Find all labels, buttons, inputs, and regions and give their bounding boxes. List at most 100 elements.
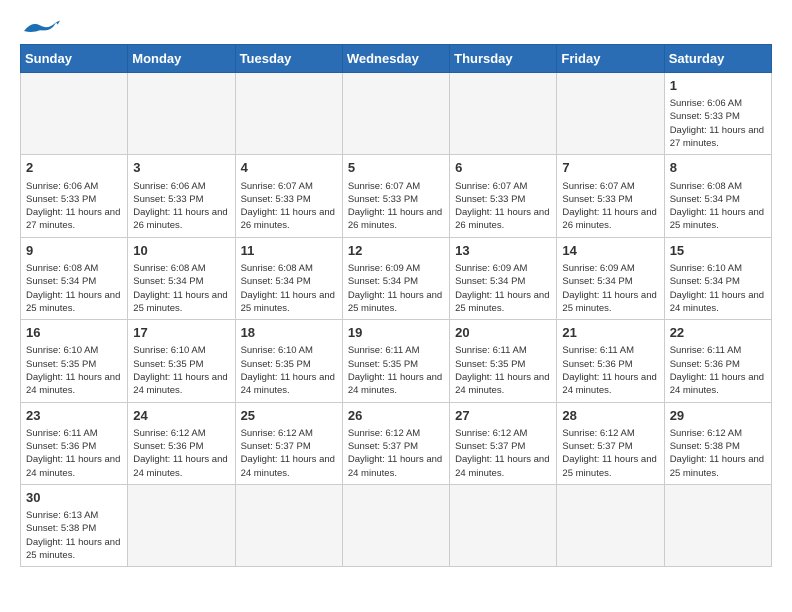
header: [20, 16, 772, 36]
calendar-day-cell: 3 Sunrise: 6:06 AMSunset: 5:33 PMDaylight…: [128, 155, 235, 237]
day-number: 8: [670, 159, 766, 177]
calendar-day-cell: [128, 73, 235, 155]
day-number: 29: [670, 407, 766, 425]
day-info: Sunrise: 6:10 AMSunset: 5:34 PMDaylight:…: [670, 262, 766, 315]
calendar-day-cell: 17 Sunrise: 6:10 AMSunset: 5:35 PMDayligh…: [128, 320, 235, 402]
calendar-day-cell: [450, 484, 557, 566]
calendar-day-cell: [557, 484, 664, 566]
day-info: Sunrise: 6:11 AMSunset: 5:36 PMDaylight:…: [562, 344, 658, 397]
day-header-monday: Monday: [128, 45, 235, 73]
calendar-day-cell: 25Sunrise: 6:12 AMSunset: 5:37 PMDayligh…: [235, 402, 342, 484]
day-info: Sunrise: 6:07 AMSunset: 5:33 PMDaylight:…: [455, 180, 551, 233]
day-info: Sunrise: 6:13 AMSunset: 5:38 PMDaylight:…: [26, 509, 122, 562]
day-header-tuesday: Tuesday: [235, 45, 342, 73]
day-info: Sunrise: 6:07 AMSunset: 5:33 PMDaylight:…: [562, 180, 658, 233]
calendar-day-cell: 16 Sunrise: 6:10 AMSunset: 5:35 PMDayligh…: [21, 320, 128, 402]
day-number: 6: [455, 159, 551, 177]
day-info: Sunrise: 6:06 AMSunset: 5:33 PMDaylight:…: [670, 97, 766, 150]
calendar-day-cell: 21 Sunrise: 6:11 AMSunset: 5:36 PMDayligh…: [557, 320, 664, 402]
day-number: 30: [26, 489, 122, 507]
day-info: Sunrise: 6:10 AMSunset: 5:35 PMDaylight:…: [133, 344, 229, 397]
calendar-day-cell: 8 Sunrise: 6:08 AMSunset: 5:34 PMDaylight…: [664, 155, 771, 237]
day-info: Sunrise: 6:09 AMSunset: 5:34 PMDaylight:…: [455, 262, 551, 315]
calendar-day-cell: [128, 484, 235, 566]
day-info: Sunrise: 6:08 AMSunset: 5:34 PMDaylight:…: [26, 262, 122, 315]
day-number: 17: [133, 324, 229, 342]
calendar-day-cell: 19 Sunrise: 6:11 AMSunset: 5:35 PMDayligh…: [342, 320, 449, 402]
day-number: 4: [241, 159, 337, 177]
day-number: 20: [455, 324, 551, 342]
calendar-day-cell: 20 Sunrise: 6:11 AMSunset: 5:35 PMDayligh…: [450, 320, 557, 402]
calendar-day-cell: [557, 73, 664, 155]
day-info: Sunrise: 6:10 AMSunset: 5:35 PMDaylight:…: [26, 344, 122, 397]
calendar-week-row: 1 Sunrise: 6:06 AMSunset: 5:33 PMDaylight…: [21, 73, 772, 155]
calendar-day-cell: 4 Sunrise: 6:07 AMSunset: 5:33 PMDaylight…: [235, 155, 342, 237]
calendar-day-cell: 1 Sunrise: 6:06 AMSunset: 5:33 PMDaylight…: [664, 73, 771, 155]
day-number: 27: [455, 407, 551, 425]
day-number: 9: [26, 242, 122, 260]
day-number: 22: [670, 324, 766, 342]
day-info: Sunrise: 6:12 AMSunset: 5:37 PMDaylight:…: [562, 427, 658, 480]
calendar-day-cell: [664, 484, 771, 566]
calendar-day-cell: 29 Sunrise: 6:12 AMSunset: 5:38 PMDayligh…: [664, 402, 771, 484]
day-info: Sunrise: 6:11 AMSunset: 5:36 PMDaylight:…: [26, 427, 122, 480]
calendar-day-cell: 30 Sunrise: 6:13 AMSunset: 5:38 PMDayligh…: [21, 484, 128, 566]
day-header-friday: Friday: [557, 45, 664, 73]
day-number: 13: [455, 242, 551, 260]
day-number: 2: [26, 159, 122, 177]
calendar-day-cell: 12 Sunrise: 6:09 AMSunset: 5:34 PMDayligh…: [342, 237, 449, 319]
calendar-day-cell: [450, 73, 557, 155]
calendar-day-cell: [235, 73, 342, 155]
calendar-day-cell: 10 Sunrise: 6:08 AMSunset: 5:34 PMDayligh…: [128, 237, 235, 319]
day-header-wednesday: Wednesday: [342, 45, 449, 73]
day-info: Sunrise: 6:10 AMSunset: 5:35 PMDaylight:…: [241, 344, 337, 397]
day-info: Sunrise: 6:08 AMSunset: 5:34 PMDaylight:…: [241, 262, 337, 315]
day-number: 26: [348, 407, 444, 425]
day-header-sunday: Sunday: [21, 45, 128, 73]
day-info: Sunrise: 6:08 AMSunset: 5:34 PMDaylight:…: [670, 180, 766, 233]
calendar-day-cell: 22 Sunrise: 6:11 AMSunset: 5:36 PMDayligh…: [664, 320, 771, 402]
calendar-day-cell: [235, 484, 342, 566]
day-info: Sunrise: 6:12 AMSunset: 5:38 PMDaylight:…: [670, 427, 766, 480]
day-number: 21: [562, 324, 658, 342]
day-info: Sunrise: 6:06 AMSunset: 5:33 PMDaylight:…: [26, 180, 122, 233]
day-number: 25: [241, 407, 337, 425]
calendar-day-cell: 11 Sunrise: 6:08 AMSunset: 5:34 PMDayligh…: [235, 237, 342, 319]
calendar-week-row: 23Sunrise: 6:11 AMSunset: 5:36 PMDayligh…: [21, 402, 772, 484]
calendar-header-row: SundayMondayTuesdayWednesdayThursdayFrid…: [21, 45, 772, 73]
calendar-day-cell: [21, 73, 128, 155]
logo: [20, 16, 60, 36]
calendar: SundayMondayTuesdayWednesdayThursdayFrid…: [20, 44, 772, 567]
calendar-day-cell: [342, 73, 449, 155]
day-info: Sunrise: 6:09 AMSunset: 5:34 PMDaylight:…: [348, 262, 444, 315]
day-number: 11: [241, 242, 337, 260]
day-info: Sunrise: 6:09 AMSunset: 5:34 PMDaylight:…: [562, 262, 658, 315]
calendar-day-cell: 13 Sunrise: 6:09 AMSunset: 5:34 PMDayligh…: [450, 237, 557, 319]
calendar-week-row: 9 Sunrise: 6:08 AMSunset: 5:34 PMDaylight…: [21, 237, 772, 319]
calendar-day-cell: 5Sunrise: 6:07 AMSunset: 5:33 PMDaylight…: [342, 155, 449, 237]
day-info: Sunrise: 6:08 AMSunset: 5:34 PMDaylight:…: [133, 262, 229, 315]
day-header-saturday: Saturday: [664, 45, 771, 73]
calendar-day-cell: 15Sunrise: 6:10 AMSunset: 5:34 PMDayligh…: [664, 237, 771, 319]
calendar-day-cell: 7Sunrise: 6:07 AMSunset: 5:33 PMDaylight…: [557, 155, 664, 237]
day-number: 12: [348, 242, 444, 260]
calendar-week-row: 16 Sunrise: 6:10 AMSunset: 5:35 PMDayligh…: [21, 320, 772, 402]
day-number: 3: [133, 159, 229, 177]
calendar-day-cell: 2 Sunrise: 6:06 AMSunset: 5:33 PMDaylight…: [21, 155, 128, 237]
day-number: 10: [133, 242, 229, 260]
calendar-day-cell: 18Sunrise: 6:10 AMSunset: 5:35 PMDayligh…: [235, 320, 342, 402]
day-number: 1: [670, 77, 766, 95]
calendar-day-cell: 9 Sunrise: 6:08 AMSunset: 5:34 PMDaylight…: [21, 237, 128, 319]
day-info: Sunrise: 6:11 AMSunset: 5:35 PMDaylight:…: [348, 344, 444, 397]
day-info: Sunrise: 6:12 AMSunset: 5:36 PMDaylight:…: [133, 427, 229, 480]
day-info: Sunrise: 6:07 AMSunset: 5:33 PMDaylight:…: [241, 180, 337, 233]
day-info: Sunrise: 6:07 AMSunset: 5:33 PMDaylight:…: [348, 180, 444, 233]
calendar-day-cell: 27Sunrise: 6:12 AMSunset: 5:37 PMDayligh…: [450, 402, 557, 484]
calendar-day-cell: 28Sunrise: 6:12 AMSunset: 5:37 PMDayligh…: [557, 402, 664, 484]
day-info: Sunrise: 6:11 AMSunset: 5:36 PMDaylight:…: [670, 344, 766, 397]
day-info: Sunrise: 6:12 AMSunset: 5:37 PMDaylight:…: [348, 427, 444, 480]
day-info: Sunrise: 6:06 AMSunset: 5:33 PMDaylight:…: [133, 180, 229, 233]
day-number: 16: [26, 324, 122, 342]
day-number: 19: [348, 324, 444, 342]
day-info: Sunrise: 6:11 AMSunset: 5:35 PMDaylight:…: [455, 344, 551, 397]
